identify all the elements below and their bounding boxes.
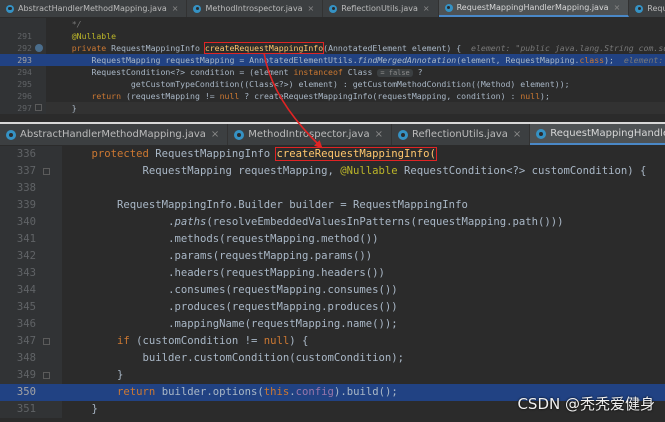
tab-reflection-utils[interactable]: ReflectionUtils.java × — [392, 124, 531, 145]
java-class-icon — [234, 129, 245, 140]
java-class-icon — [329, 4, 338, 13]
code-line-execution-point: 293 RequestMapping requestMapping = Anno… — [0, 54, 665, 66]
tab-method-introspector[interactable]: MethodIntrospector.java × — [228, 124, 392, 145]
code-line: 337 RequestMapping requestMapping, @Null… — [0, 163, 665, 180]
java-class-icon — [193, 4, 202, 13]
line-number: 344 — [0, 282, 62, 299]
code-line: 339 RequestMappingInfo.Builder builder =… — [0, 197, 665, 214]
close-tab-icon[interactable]: × — [172, 4, 179, 13]
fold-marker-icon[interactable] — [43, 371, 50, 379]
line-number: 340 — [0, 214, 62, 231]
close-tab-icon[interactable]: × — [423, 4, 430, 13]
code-line: 296 return (requestMapping != null ? cre… — [0, 90, 665, 102]
code-line: 343 .headers(requestMapping.headers()) — [0, 265, 665, 282]
fold-marker-icon[interactable] — [43, 337, 50, 345]
java-class-icon — [635, 4, 644, 13]
line-number: 337 — [16, 165, 36, 177]
override-marker-icon[interactable] — [35, 44, 43, 52]
line-number: 346 — [0, 316, 62, 333]
line-number: 338 — [0, 180, 62, 197]
fold-marker-icon[interactable] — [43, 167, 50, 175]
code-line: 345 .produces(requestMapping.produces()) — [0, 299, 665, 316]
inline-debug-value: element: "public java.lang.String com.so… — [471, 43, 665, 53]
line-number: 348 — [0, 350, 62, 367]
code-line: 341 .methods(requestMapping.method()) — [0, 231, 665, 248]
code-line: 348 builder.customCondition(customCondit… — [0, 350, 665, 367]
line-number: 296 — [0, 90, 46, 102]
tab-method-introspector[interactable]: MethodIntrospector.java × — [187, 0, 324, 17]
code-line: */ — [0, 18, 665, 30]
code-line: 342 .params(requestMapping.params()) — [0, 248, 665, 265]
java-class-icon — [6, 4, 14, 13]
line-number: 297 — [17, 103, 32, 113]
line-number: 341 — [0, 231, 62, 248]
editor-tab-bar: AbstractHandlerMethodMapping.java × Metho… — [0, 0, 665, 18]
line-number: 347 — [16, 335, 36, 347]
close-tab-icon[interactable]: × — [375, 129, 383, 140]
editor-tab-bar: AbstractHandlerMethodMapping.java × Metho… — [0, 124, 665, 146]
line-number: 343 — [0, 265, 62, 282]
close-tab-icon[interactable]: × — [614, 3, 621, 12]
line-number: 294 — [0, 66, 46, 78]
code-line: 349 } — [0, 367, 665, 384]
editor-panel-bottom: AbstractHandlerMethodMapping.java × Metho… — [0, 124, 665, 422]
close-tab-icon[interactable]: × — [513, 129, 521, 140]
line-number: 336 — [0, 146, 62, 163]
inline-debug-value: element: "p — [623, 55, 664, 65]
watermark: CSDN @秃秃爱健身 — [517, 395, 655, 413]
code-line: 336 protected RequestMappingInfo createR… — [0, 146, 665, 163]
code-line: 297 } — [0, 102, 665, 114]
code-line: 340 .paths(resolveEmbeddedValuesInPatter… — [0, 214, 665, 231]
inline-value-badge: = false — [377, 69, 413, 77]
line-number: 292 — [17, 43, 32, 53]
line-number: 295 — [0, 78, 46, 90]
code-line: 338 — [0, 180, 665, 197]
java-class-icon — [6, 129, 16, 140]
line-number: 342 — [0, 248, 62, 265]
close-tab-icon[interactable]: × — [307, 4, 314, 13]
code-line: 346 .mappingName(requestMapping.name()); — [0, 316, 665, 333]
java-class-icon — [536, 128, 547, 139]
tab-request-mapping-handler-mapping[interactable]: RequestMappingHandlerMapping.java× — [530, 124, 665, 145]
method-name-highlight: createRequestMappingInfo — [203, 42, 325, 54]
code-line: 294 RequestCondition<?> condition = (ele… — [0, 66, 665, 78]
line-number: 345 — [0, 299, 62, 316]
line-number: 293 — [0, 54, 46, 66]
fold-marker-icon[interactable] — [35, 104, 42, 111]
code-line: 347 if (customCondition != null) { — [0, 333, 665, 350]
line-number: 351 — [0, 401, 62, 418]
tab-abstract-handler-method-mapping[interactable]: AbstractHandlerMethodMapping.java × — [0, 0, 188, 17]
code-line: 292 private RequestMappingInfo createReq… — [0, 42, 665, 54]
line-number: 349 — [16, 369, 36, 381]
close-tab-icon[interactable]: × — [211, 129, 219, 140]
code-editor[interactable]: 336 protected RequestMappingInfo createR… — [0, 146, 665, 418]
tab-abstract-handler-method-mapping[interactable]: AbstractHandlerMethodMapping.java × — [0, 124, 229, 145]
java-class-icon — [444, 3, 453, 12]
code-editor[interactable]: */ 291 @Nullable 292 private RequestMapp… — [0, 18, 665, 114]
method-name-highlight: createRequestMappingInfo( — [275, 147, 437, 161]
tab-request-mapping-handler-mapping[interactable]: RequestMappingHandlerMapping.java× — [438, 0, 630, 17]
tab-reflection-utils[interactable]: ReflectionUtils.java × — [323, 0, 439, 17]
java-class-icon — [397, 129, 408, 140]
code-line: 344 .consumes(requestMapping.consumes()) — [0, 282, 665, 299]
editor-panel-top: AbstractHandlerMethodMapping.java × Metho… — [0, 0, 665, 122]
tab-request-mapping-info[interactable]: RequestMappingInfo.java× — [629, 0, 665, 17]
line-number: 291 — [0, 30, 46, 42]
code-line: 295 getCustomTypeCondition((Class<?>) el… — [0, 78, 665, 90]
line-number: 339 — [0, 197, 62, 214]
line-number: 350 — [0, 384, 62, 401]
code-line: 291 @Nullable — [0, 30, 665, 42]
